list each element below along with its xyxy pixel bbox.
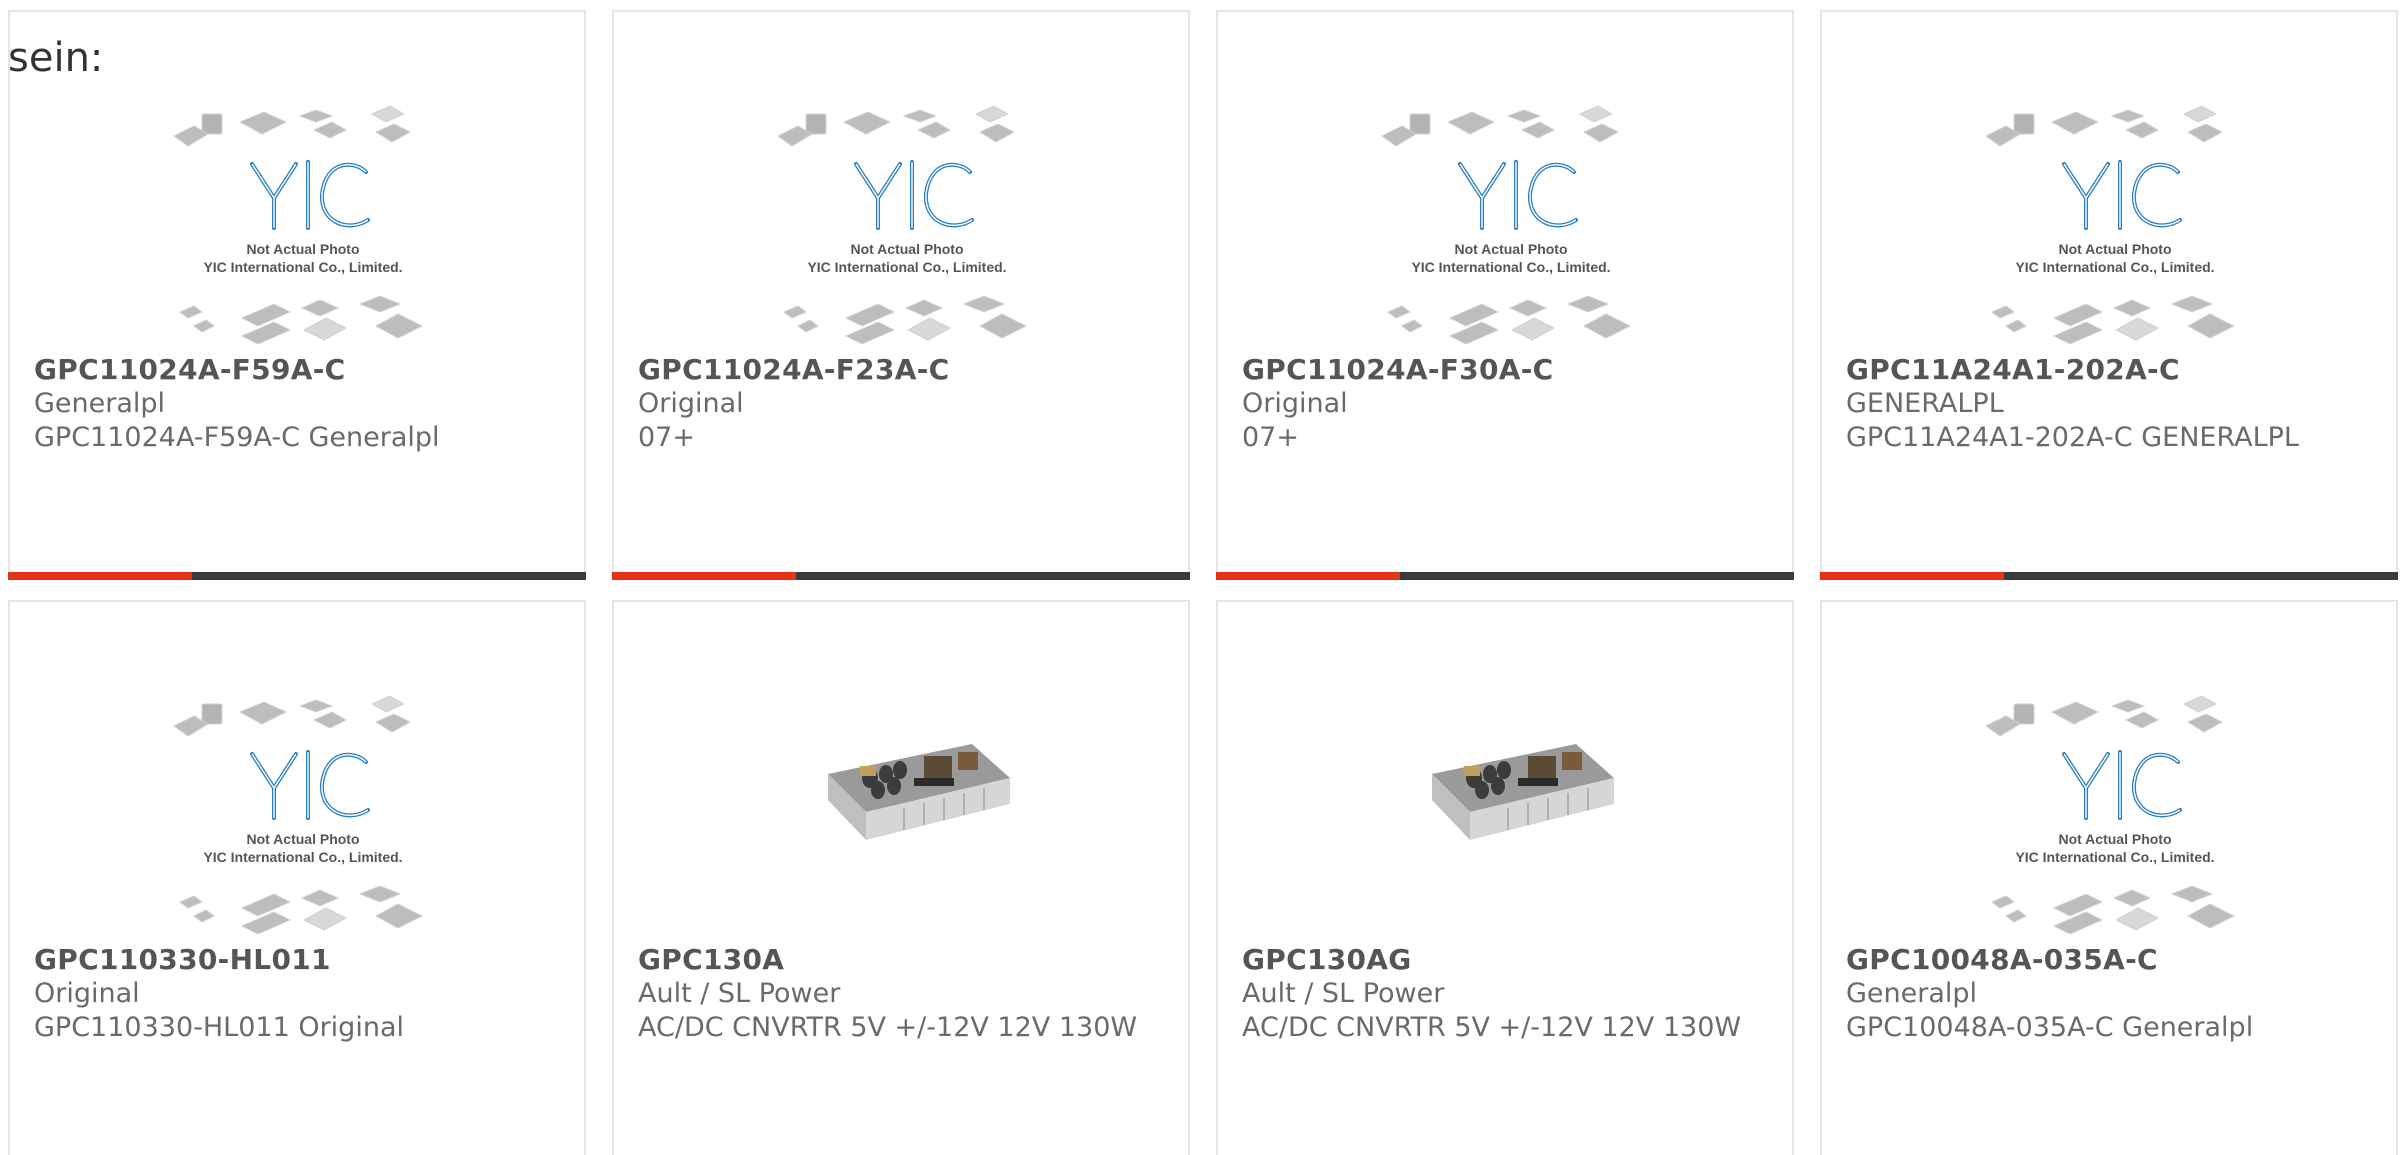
placeholder-company: YIC International Co., Limited.	[203, 849, 402, 865]
placeholder-company: YIC International Co., Limited.	[2015, 259, 2214, 275]
placeholder-caption: Not Actual Photo	[246, 241, 359, 257]
manufacturer: Original	[34, 978, 140, 1009]
description: GPC10048A-035A-C Generalpl	[1846, 1012, 2254, 1043]
product-grid: Not Actual Photo YIC International Co., …	[8, 10, 2398, 1155]
placeholder-image[interactable]: Not Actual Photo YIC International Co., …	[1378, 100, 1644, 350]
placeholder-caption: Not Actual Photo	[850, 241, 963, 257]
product-info: GPC11024A-F30A-C Original 07+	[1242, 353, 1762, 455]
description: 07+	[638, 422, 695, 453]
product-listing-page: sein: Not Actual Photo YIC International…	[0, 0, 2400, 1155]
section-heading: sein:	[8, 35, 104, 81]
product-card[interactable]: Not Actual Photo YIC International Co., …	[1820, 10, 2398, 580]
product-photo[interactable]	[1378, 690, 1644, 940]
description: 07+	[1242, 422, 1299, 453]
product-card[interactable]: Not Actual Photo YIC International Co., …	[1216, 10, 1794, 580]
part-number-link[interactable]: GPC11024A-F30A-C	[1242, 353, 1762, 387]
placeholder-image[interactable]: Not Actual Photo YIC International Co., …	[1982, 100, 2248, 350]
description: GPC110330-HL011 Original	[34, 1012, 404, 1043]
product-info: GPC11024A-F59A-C Generalpl GPC11024A-F59A-…	[34, 353, 554, 455]
manufacturer: Generalpl	[34, 388, 166, 419]
product-info: GPC11024A-F23A-C Original 07+	[638, 353, 1158, 455]
part-number-link[interactable]: GPC110330-HL011	[34, 943, 554, 977]
placeholder-image[interactable]: Not Actual Photo YIC International Co., …	[774, 100, 1040, 350]
product-card[interactable]: GPC130A Ault / SL Power AC/DC CNVRTR 5V +/…	[612, 600, 1190, 1155]
manufacturer: GENERALPL	[1846, 388, 2004, 419]
placeholder-caption: Not Actual Photo	[1454, 241, 1567, 257]
product-card[interactable]: Not Actual Photo YIC International Co., …	[8, 600, 586, 1155]
card-hover-bar	[1216, 572, 1794, 580]
part-number-link[interactable]: GPC130A	[638, 943, 1158, 977]
part-number-link[interactable]: GPC130AG	[1242, 943, 1762, 977]
description: AC/DC CNVRTR 5V +/-12V 12V 130W	[638, 1012, 1138, 1043]
product-info: GPC130AG Ault / SL Power AC/DC CNVRTR 5V +…	[1242, 943, 1762, 1045]
part-number-link[interactable]: GPC11A24A1-202A-C	[1846, 353, 2366, 387]
product-card[interactable]: Not Actual Photo YIC International Co., …	[8, 10, 586, 580]
manufacturer: Original	[1242, 388, 1348, 419]
part-number-link[interactable]: GPC11024A-F23A-C	[638, 353, 1158, 387]
placeholder-caption: Not Actual Photo	[2058, 241, 2171, 257]
placeholder-image[interactable]: Not Actual Photo YIC International Co., …	[1982, 690, 2248, 940]
manufacturer: Original	[638, 388, 744, 419]
card-hover-bar	[8, 572, 586, 580]
description: GPC11024A-F59A-C Generalpl	[34, 422, 440, 453]
manufacturer: Ault / SL Power	[1242, 978, 1445, 1009]
placeholder-caption: Not Actual Photo	[246, 831, 359, 847]
product-photo[interactable]	[774, 690, 1040, 940]
accent-segment	[1820, 572, 2004, 580]
product-info: GPC11A24A1-202A-C GENERALPL GPC11A24A1-202…	[1846, 353, 2366, 455]
manufacturer: Generalpl	[1846, 978, 1978, 1009]
product-info: GPC110330-HL011 Original GPC110330-HL011 O…	[34, 943, 554, 1045]
manufacturer: Ault / SL Power	[638, 978, 841, 1009]
placeholder-company: YIC International Co., Limited.	[1411, 259, 1610, 275]
placeholder-image[interactable]: Not Actual Photo YIC International Co., …	[170, 690, 436, 940]
part-number-link[interactable]: GPC10048A-035A-C	[1846, 943, 2366, 977]
description: AC/DC CNVRTR 5V +/-12V 12V 130W	[1242, 1012, 1742, 1043]
part-number-link[interactable]: GPC11024A-F59A-C	[34, 353, 554, 387]
placeholder-company: YIC International Co., Limited.	[203, 259, 402, 275]
product-card[interactable]: Not Actual Photo YIC International Co., …	[1820, 600, 2398, 1155]
accent-segment	[8, 572, 192, 580]
product-info: GPC10048A-035A-C Generalpl GPC10048A-035A-…	[1846, 943, 2366, 1045]
accent-segment	[1216, 572, 1400, 580]
product-info: GPC130A Ault / SL Power AC/DC CNVRTR 5V +/…	[638, 943, 1158, 1045]
accent-segment	[612, 572, 796, 580]
placeholder-company: YIC International Co., Limited.	[807, 259, 1006, 275]
placeholder-company: YIC International Co., Limited.	[2015, 849, 2214, 865]
card-hover-bar	[612, 572, 1190, 580]
description: GPC11A24A1-202A-C GENERALPL	[1846, 422, 2299, 453]
placeholder-image[interactable]: Not Actual Photo YIC International Co., …	[170, 100, 436, 350]
card-hover-bar	[1820, 572, 2398, 580]
placeholder-caption: Not Actual Photo	[2058, 831, 2171, 847]
product-card[interactable]: Not Actual Photo YIC International Co., …	[612, 10, 1190, 580]
product-card[interactable]: GPC130AG Ault / SL Power AC/DC CNVRTR 5V +…	[1216, 600, 1794, 1155]
